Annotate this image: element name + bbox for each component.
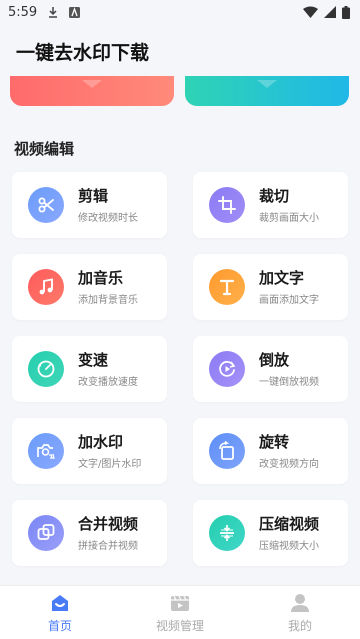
tool-card[interactable]: 加音乐 添加背景音乐 — [12, 254, 167, 320]
tool-card[interactable]: 旋转 改变视频方向 — [193, 418, 348, 484]
tool-name: 加文字 — [259, 269, 305, 287]
tool-description: 修改视频时长 — [78, 213, 138, 224]
tool-name: 加水印 — [78, 433, 124, 451]
tool-card[interactable]: 加文字 画面添加文字 — [193, 254, 348, 320]
nav-label-profile: 我的 — [287, 618, 312, 633]
compress-icon — [209, 515, 245, 551]
tool-card[interactable]: 变速 改变播放速度 — [12, 336, 167, 402]
tool-name: 合并视频 — [78, 515, 139, 533]
home-icon — [52, 594, 68, 611]
tool-description: 一键倒放视频 — [259, 377, 319, 388]
reverse-play-icon — [209, 351, 245, 387]
tool-card[interactable]: 裁切 裁剪画面大小 — [193, 172, 348, 238]
chevron-down-icon — [82, 80, 102, 88]
tool-card[interactable]: 加水印文字/图片水印 — [12, 418, 167, 484]
tool-description: 裁剪画面大小 — [259, 213, 319, 224]
status-bar: 5:59 — [0, 0, 360, 24]
tool-name: 倒放 — [259, 351, 290, 369]
page-title: 一键去水印下载 — [16, 42, 150, 64]
bottom-navigation: 首页 视频管理 我的 — [0, 585, 360, 639]
scissors-icon — [28, 187, 64, 223]
tool-description: 改变播放速度 — [78, 377, 138, 388]
user-icon — [291, 593, 309, 612]
crop-icon — [209, 187, 245, 223]
nav-item-profile[interactable]: 我的 — [240, 586, 360, 639]
tool-name: 变速 — [78, 351, 109, 369]
video-manage-icon — [171, 595, 189, 611]
tool-card[interactable]: 压缩视频压缩视频大小 — [193, 500, 348, 566]
tool-name: 裁切 — [259, 187, 290, 205]
nav-label-home: 首页 — [47, 618, 72, 633]
signal-icon — [324, 6, 336, 18]
tool-card[interactable]: 合并视频拼接合并视频 — [12, 500, 167, 566]
tool-description: 压缩视频大小 — [259, 541, 319, 552]
feature-banner-right[interactable] — [185, 76, 349, 106]
speedometer-icon — [28, 351, 64, 387]
nav-item-video-manage[interactable]: 视频管理 — [120, 586, 240, 639]
tool-description: 添加背景音乐 — [78, 295, 138, 306]
tool-description: 拼接合并视频 — [78, 541, 138, 552]
text-t-icon — [209, 269, 245, 305]
section-title: 视频编辑 — [14, 140, 75, 158]
watermark-icon — [28, 433, 64, 469]
nav-item-home[interactable]: 首页 — [0, 586, 120, 639]
tool-card[interactable]: 剪辑 修改视频时长 — [12, 172, 167, 238]
chevron-down-icon — [257, 80, 277, 88]
tool-name: 加音乐 — [78, 269, 124, 287]
status-time: 5:59 — [8, 4, 38, 20]
rotate-icon — [209, 433, 245, 469]
merge-icon — [28, 515, 64, 551]
music-note-icon — [28, 269, 64, 305]
tool-name: 旋转 — [259, 433, 290, 451]
wifi-icon — [303, 6, 318, 18]
download-icon — [49, 7, 58, 18]
tool-description: 画面添加文字 — [259, 295, 319, 306]
tool-description: 改变视频方向 — [259, 459, 319, 470]
tool-card[interactable]: 倒放 一键倒放视频 — [193, 336, 348, 402]
battery-icon — [342, 5, 350, 19]
nav-label-video-manage: 视频管理 — [155, 618, 204, 633]
tool-name: 剪辑 — [78, 187, 109, 205]
feature-banner-left[interactable] — [10, 76, 174, 106]
tool-description: 文字/图片水印 — [78, 459, 142, 470]
tool-name: 压缩视频 — [259, 515, 320, 533]
app-notification-icon — [69, 6, 81, 18]
